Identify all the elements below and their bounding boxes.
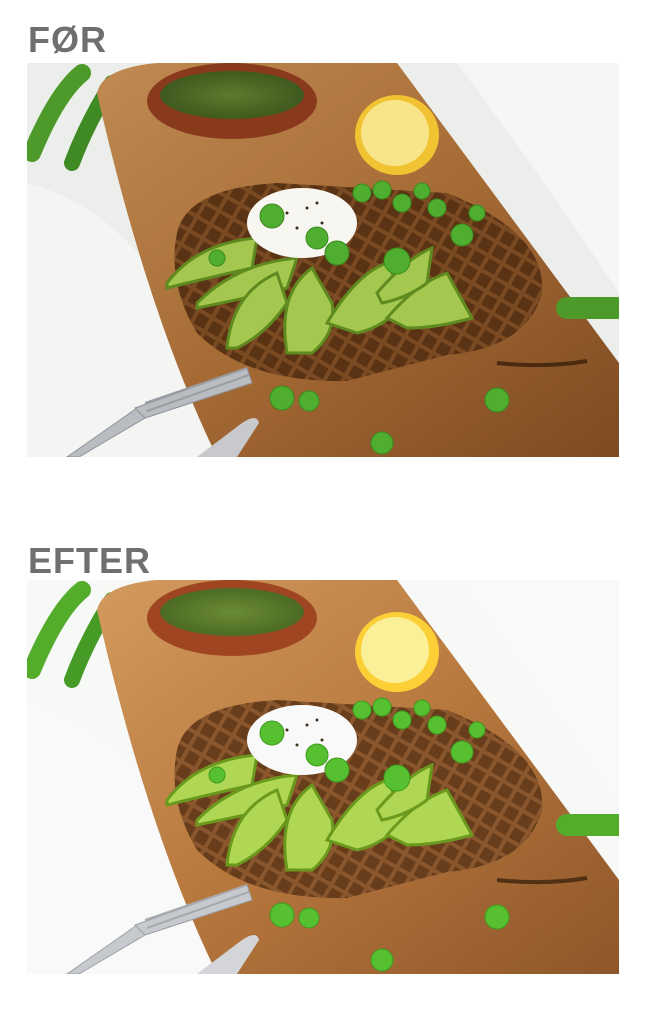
food-photo-illustration: [27, 580, 619, 974]
food-photo-illustration: [27, 63, 619, 457]
after-label: EFTER: [28, 540, 152, 581]
before-photo: [27, 63, 619, 457]
before-label: FØR: [28, 19, 107, 60]
after-photo: [27, 580, 619, 974]
